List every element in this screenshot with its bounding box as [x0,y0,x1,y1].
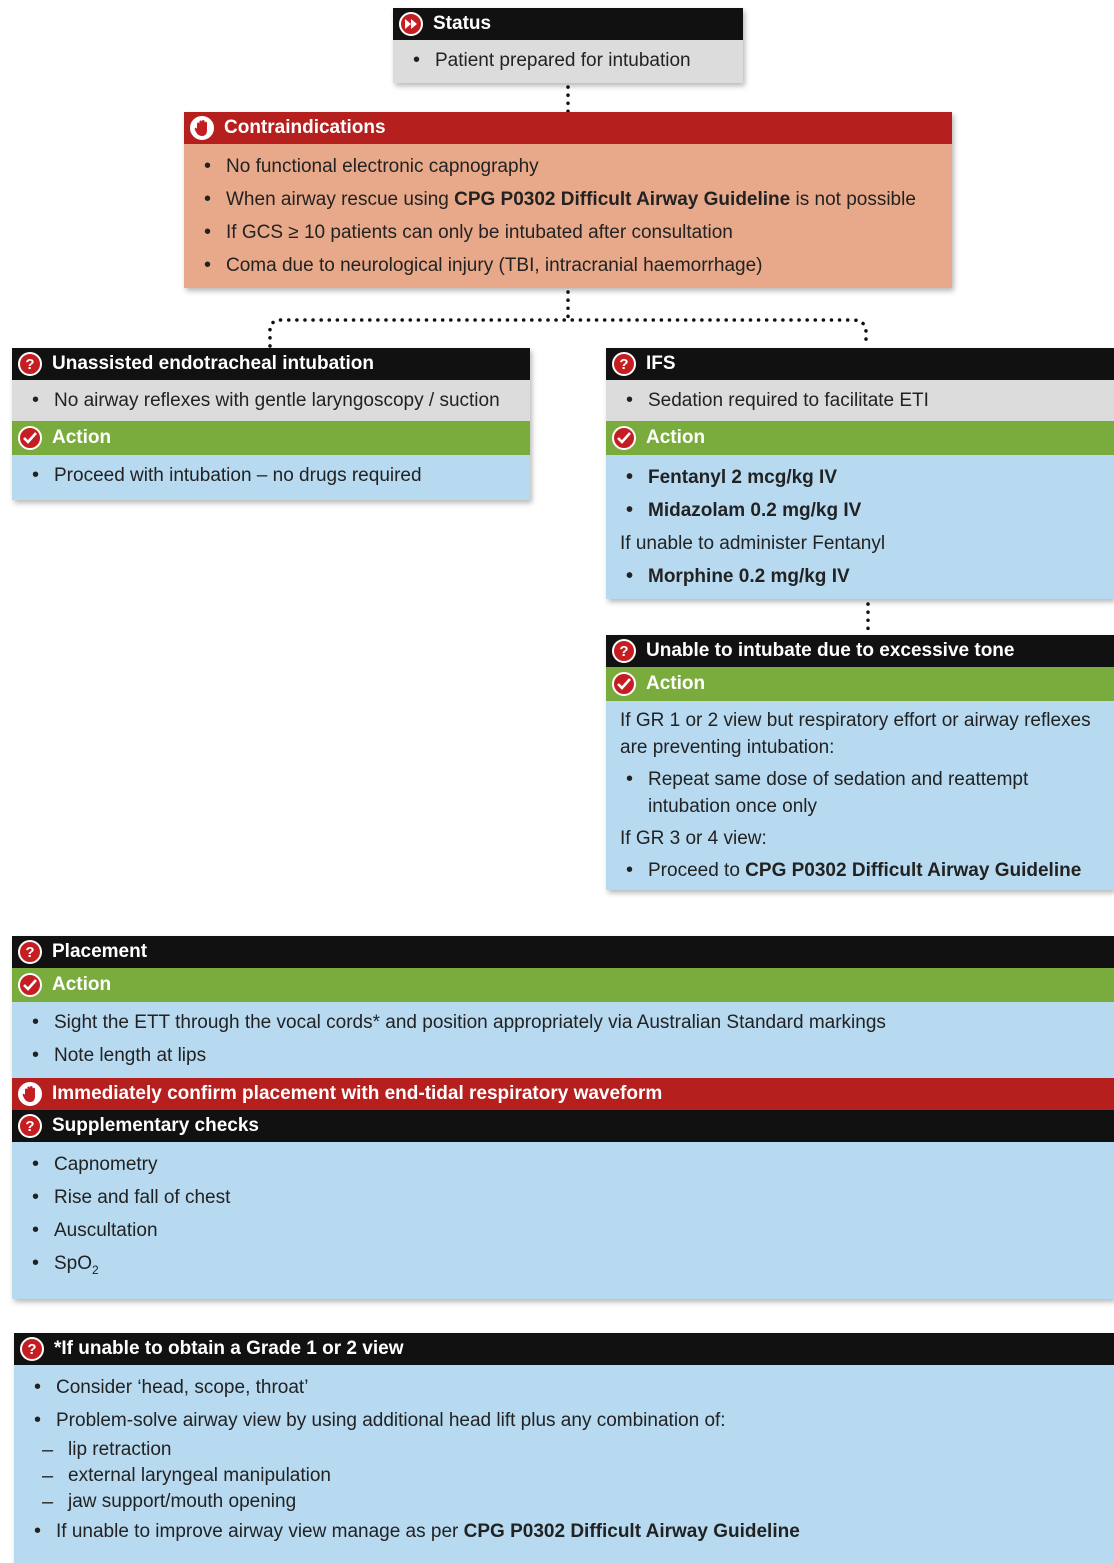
list-item: Patient prepared for intubation [407,44,729,77]
placement-title: Placement [52,941,148,962]
list-item: Proceed to CPG P0302 Difficult Airway Gu… [620,857,1100,884]
supplementary-title: Supplementary checks [52,1115,259,1136]
tone-action-header: Action [606,667,1114,701]
guideline-link-text: CPG P0302 Difficult Airway Guideline [745,860,1082,881]
grade-view-box: ? *If unable to obtain a Grade 1 or 2 vi… [14,1333,1114,1563]
list-item: Note length at lips [26,1039,1100,1072]
ifs-action-header: Action [606,421,1114,455]
drug-midazolam: Midazolam 0.2 mg/kg IV [620,494,1100,527]
list-item: Capnometry [26,1148,1100,1181]
contraindications-header: Contraindications [184,112,952,144]
check-icon [18,973,42,997]
check-icon [612,426,636,450]
action-label: Action [52,974,112,995]
unassisted-intubation-box: ? Unassisted endotracheal intubation No … [12,348,530,500]
guideline-link-text: CPG P0302 Difficult Airway Guideline [463,1521,800,1542]
sub-list-item: external laryngeal manipulation [28,1463,1100,1489]
list-item: When airway rescue using CPG P0302 Diffi… [198,183,938,216]
supplementary-header: ? Supplementary checks [12,1110,1114,1142]
drug-fentanyl: Fentanyl 2 mcg/kg IV [620,461,1100,494]
check-icon [18,426,42,450]
confirm-placement-header: Immediately confirm placement with end-t… [12,1078,1114,1110]
list-item: SpO2 [26,1247,1100,1287]
tone-action-body: If GR 1 or 2 view but respiratory effort… [606,701,1114,890]
list-item: Sight the ETT through the vocal cords* a… [26,1006,1100,1039]
list-item: Sedation required to facilitate ETI [620,384,1100,417]
list-item: Consider ‘head, scope, throat’ [28,1371,1100,1404]
unassisted-title: Unassisted endotracheal intubation [52,353,374,374]
guideline-link-text: CPG P0302 Difficult Airway Guideline [454,189,791,210]
ifs-action-body: Fentanyl 2 mcg/kg IV Midazolam 0.2 mg/kg… [606,455,1114,599]
grade-body: Consider ‘head, scope, throat’ Problem-s… [14,1365,1114,1563]
action-label: Action [646,673,706,694]
status-title: Status [433,13,492,34]
question-icon: ? [612,639,636,663]
action-label: Action [52,427,112,448]
placement-header: ? Placement [12,936,1114,968]
contraindications-title: Contraindications [224,117,386,138]
unassisted-action-header: Action [12,421,530,455]
tone-line: If GR 1 or 2 view but respiratory effort… [620,710,1091,731]
ifs-header: ? IFS [606,348,1114,380]
tone-header: ? Unable to intubate due to excessive to… [606,635,1114,667]
excessive-tone-box: ? Unable to intubate due to excessive to… [606,635,1114,890]
sub-list-item: jaw support/mouth opening [28,1489,1100,1515]
ifs-title: IFS [646,353,676,374]
ifs-condition: Sedation required to facilitate ETI [606,380,1114,421]
placement-action-body: Sight the ETT through the vocal cords* a… [12,1002,1114,1078]
unassisted-header: ? Unassisted endotracheal intubation [12,348,530,380]
list-item: If unable to improve airway view manage … [28,1515,1100,1548]
hand-stop-icon [190,116,214,140]
list-item: Repeat same dose of sedation and reattem… [620,766,1100,820]
status-box: Status Patient prepared for intubation [393,8,743,83]
sub-list-item: lip retraction [28,1437,1100,1463]
question-icon: ? [18,940,42,964]
list-item: Auscultation [26,1214,1100,1247]
hand-stop-icon [18,1082,42,1106]
question-icon: ? [612,352,636,376]
drug-morphine: Morphine 0.2 mg/kg IV [620,560,1100,593]
list-item: No functional electronic capnography [198,150,938,183]
placement-action-header: Action [12,968,1114,1002]
question-icon: ? [20,1337,44,1361]
check-icon [612,672,636,696]
tone-line: If GR 3 or 4 view: [620,828,767,849]
tone-title: Unable to intubate due to excessive tone [646,640,1015,661]
alt-text: If unable to administer Fentanyl [620,533,886,554]
confirm-placement-text: Immediately confirm placement with end-t… [52,1083,663,1104]
question-icon: ? [18,1114,42,1138]
status-header: Status [393,8,743,40]
ifs-box: ? IFS Sedation required to facilitate ET… [606,348,1114,599]
supplementary-body: Capnometry Rise and fall of chest Auscul… [12,1142,1114,1299]
list-item: Proceed with intubation – no drugs requi… [26,459,516,492]
fast-forward-icon [399,12,423,36]
tone-line: are preventing intubation: [620,737,835,758]
question-icon: ? [18,352,42,376]
contraindications-body: No functional electronic capnography Whe… [184,144,952,288]
grade-header: ? *If unable to obtain a Grade 1 or 2 vi… [14,1333,1114,1365]
list-item: Coma due to neurological injury (TBI, in… [198,249,938,282]
unassisted-condition: No airway reflexes with gentle laryngosc… [12,380,530,421]
status-body: Patient prepared for intubation [393,40,743,83]
list-item: Problem-solve airway view by using addit… [28,1404,1100,1437]
contraindications-box: Contraindications No functional electron… [184,112,952,288]
list-item: No airway reflexes with gentle laryngosc… [26,384,516,417]
list-item: If GCS ≥ 10 patients can only be intubat… [198,216,938,249]
list-item: Rise and fall of chest [26,1181,1100,1214]
action-label: Action [646,427,706,448]
unassisted-action-body: Proceed with intubation – no drugs requi… [12,455,530,500]
grade-title: *If unable to obtain a Grade 1 or 2 view [54,1338,404,1359]
placement-box: ? Placement Action Sight the ETT through… [12,936,1114,1299]
